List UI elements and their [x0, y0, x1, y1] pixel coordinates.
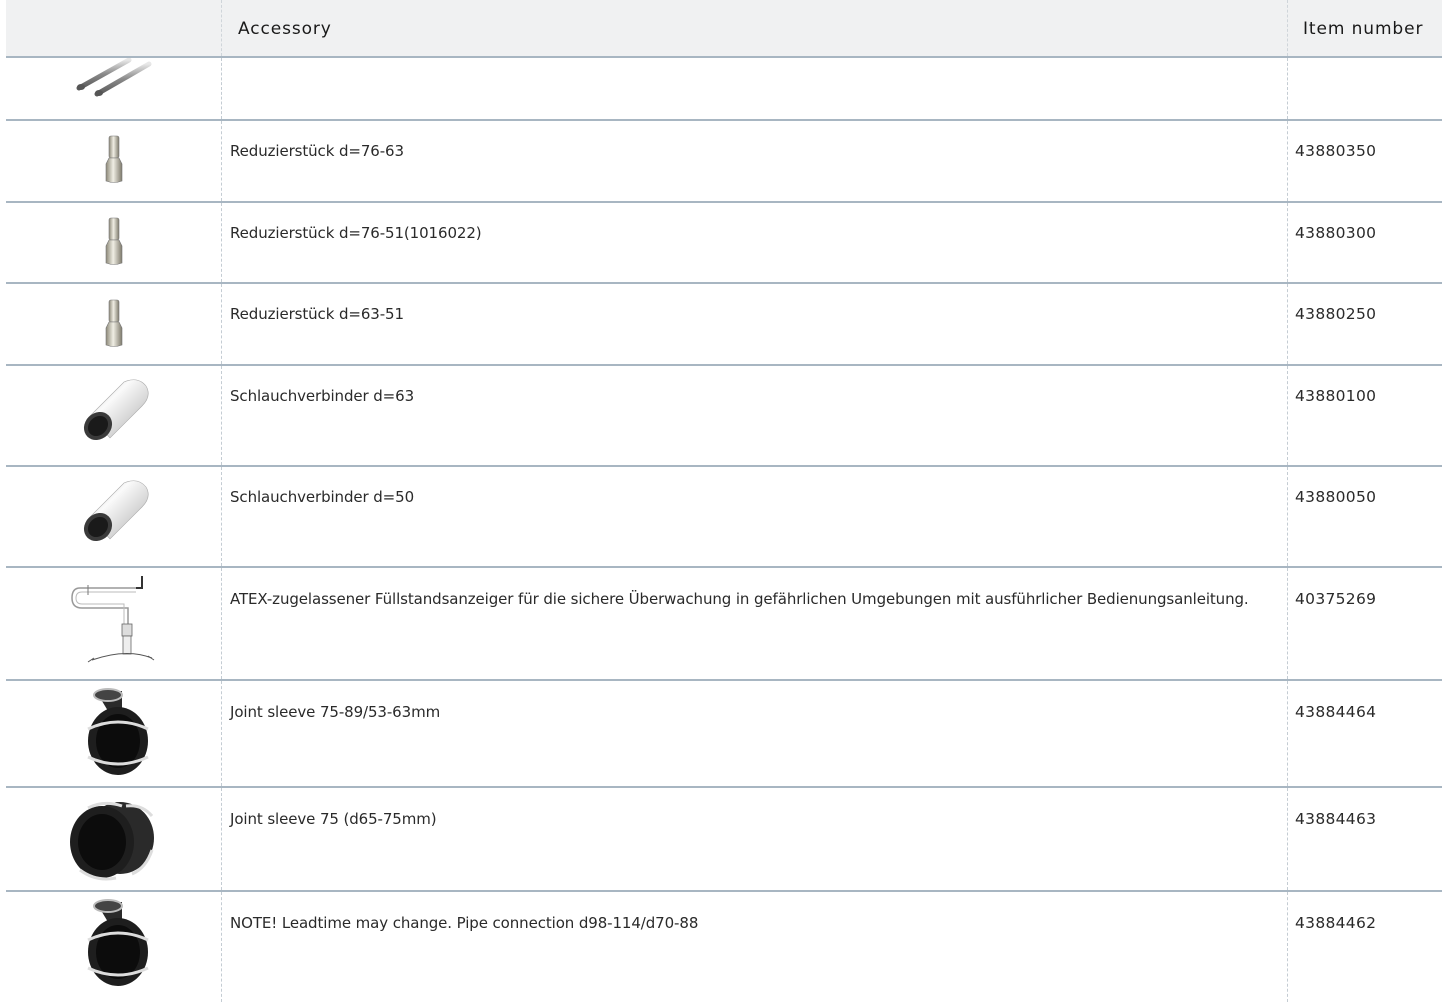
steel-tube-icon	[76, 58, 151, 97]
row-item-number: 43880350	[1295, 142, 1377, 160]
joint-sleeve-wide-icon	[69, 801, 154, 881]
table-row[interactable]: Schlauchverbinder d=50 43880050	[6, 467, 1442, 568]
level-indicator-icon	[70, 576, 154, 663]
table-row[interactable]: Joint sleeve 75 (d65-75mm) 43884463	[6, 788, 1442, 892]
row-item-number: 43880300	[1295, 224, 1377, 242]
row-description: Joint sleeve 75-89/53-63mm	[230, 703, 441, 721]
hose-connector-icon	[83, 379, 149, 441]
row-description: Reduzierstück d=76-51(1016022)	[230, 224, 482, 242]
row-item-number: 43880250	[1295, 305, 1377, 323]
table-row[interactable]	[6, 58, 1442, 121]
reducer-icon	[105, 135, 122, 183]
row-description: Joint sleeve 75 (d65-75mm)	[230, 810, 437, 828]
row-description: Reduzierstück d=63-51	[230, 305, 404, 323]
table-row[interactable]: Reduzierstück d=76-51(1016022) 43880300	[6, 203, 1442, 284]
row-description: Schlauchverbinder d=50	[230, 488, 415, 506]
row-description: NOTE! Leadtime may change. Pipe connecti…	[230, 914, 699, 932]
row-description: Schlauchverbinder d=63	[230, 387, 415, 405]
joint-sleeve-icon	[86, 899, 149, 986]
column-header-accessory[interactable]: Accessory	[238, 19, 332, 39]
table-row[interactable]: NOTE! Leadtime may change. Pipe connecti…	[6, 892, 1442, 1002]
hose-connector-icon	[83, 480, 149, 542]
table-row[interactable]: Schlauchverbinder d=63 43880100	[6, 366, 1442, 467]
accessory-table: Accessory Item number Reduzierstück d=76…	[6, 0, 1442, 1002]
table-row[interactable]: Joint sleeve 75-89/53-63mm 43884464	[6, 681, 1442, 788]
row-item-number: 43880100	[1295, 387, 1377, 405]
table-row[interactable]: ATEX-zugelassener Füllstandsanzeiger für…	[6, 568, 1442, 681]
row-description: ATEX-zugelassener Füllstandsanzeiger für…	[230, 590, 1249, 608]
reducer-icon	[105, 299, 122, 347]
reducer-icon	[105, 217, 122, 265]
table-row[interactable]: Reduzierstück d=63-51 43880250	[6, 284, 1442, 366]
row-item-number: 43884462	[1295, 914, 1377, 932]
table-row[interactable]: Reduzierstück d=76-63 43880350	[6, 121, 1442, 203]
table-header: Accessory Item number	[6, 0, 1442, 58]
column-header-item-number[interactable]: Item number	[1303, 19, 1423, 39]
row-item-number: 43884463	[1295, 810, 1377, 828]
row-item-number: 40375269	[1295, 590, 1377, 608]
row-item-number: 43880050	[1295, 488, 1377, 506]
row-item-number: 43884464	[1295, 703, 1377, 721]
joint-sleeve-icon	[86, 688, 149, 775]
row-description: Reduzierstück d=76-63	[230, 142, 404, 160]
